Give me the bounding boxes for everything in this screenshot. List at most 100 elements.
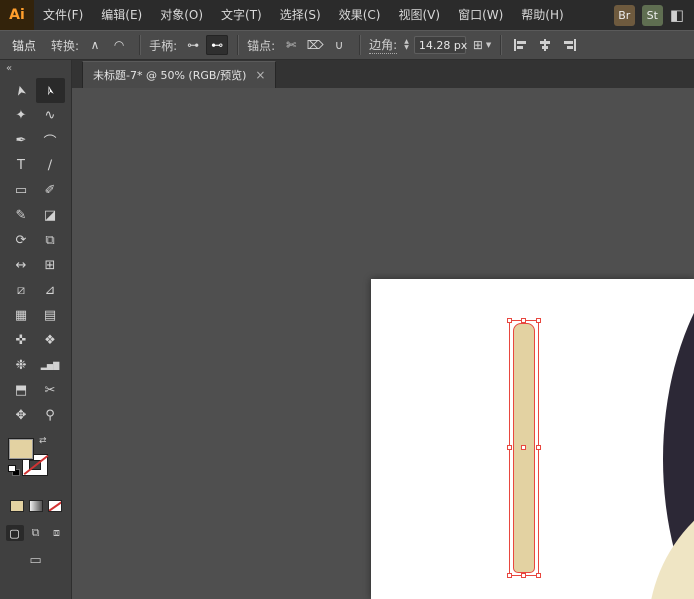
convert-to-smooth-icon[interactable]: ◠ xyxy=(108,35,130,55)
convert-label: 转换: xyxy=(51,38,80,53)
default-fill-stroke-button[interactable] xyxy=(8,465,22,477)
type-tool[interactable]: T xyxy=(7,153,36,178)
bridge-button[interactable]: Br xyxy=(613,4,635,26)
screen-mode-row: ▭ xyxy=(21,551,51,569)
selection-bounding-box xyxy=(507,318,541,578)
screen-mode-button[interactable]: ▭ xyxy=(21,551,51,569)
paint-mode-row xyxy=(9,500,62,512)
menu-edit[interactable]: 编辑(E) xyxy=(92,0,151,30)
none-button[interactable] xyxy=(47,500,62,512)
draw-mode-row: ▢ ⧉ ⧈ xyxy=(5,525,66,541)
shape-builder-tool[interactable]: ⧄ xyxy=(7,278,36,303)
document-tab[interactable]: 未标题-7* @ 50% (RGB/预览) × xyxy=(82,61,277,88)
slice-tool[interactable]: ✂ xyxy=(36,378,65,403)
zoom-icon: ⚲ xyxy=(45,408,55,423)
selection-handle[interactable] xyxy=(536,318,541,323)
width-icon: ↔ xyxy=(15,258,27,273)
hide-handles-icon[interactable]: ⊷ xyxy=(206,35,229,55)
corner-options-dropdown[interactable]: ⊞ ▼ xyxy=(473,38,491,52)
selection-handle[interactable] xyxy=(521,573,526,578)
menu-help[interactable]: 帮助(H) xyxy=(512,0,572,30)
document-area: 未标题-7* @ 50% (RGB/预览) × xyxy=(72,60,694,599)
align-left-button[interactable] xyxy=(507,35,532,55)
eraser-tool[interactable]: ◪ xyxy=(36,203,65,228)
selection-handle[interactable] xyxy=(507,573,512,578)
eraser-icon: ◪ xyxy=(43,208,57,223)
cut-path-icon[interactable]: ✄ xyxy=(280,35,302,55)
free-transform-tool[interactable]: ⊞ xyxy=(36,253,65,278)
selection-handle[interactable] xyxy=(536,445,541,450)
stock-button[interactable]: St xyxy=(641,4,663,26)
pencil-tool[interactable]: ✎ xyxy=(7,203,36,228)
tools-panel: « ➤ ➢ ✦ ∿ ✒ ⌒ T ∕ ▭ ✐ ✎ ◪ ⟳ ⧉ ↔ ⊞ ⧄ ⊿ ▦ xyxy=(0,60,72,599)
column-graph-tool[interactable]: ▂▅▇ xyxy=(36,353,65,378)
draw-behind-button[interactable]: ⧉ xyxy=(27,525,45,541)
center-anchor-handle[interactable] xyxy=(521,445,526,450)
menu-select[interactable]: 选择(S) xyxy=(271,0,330,30)
direct-selection-tool[interactable]: ➢ xyxy=(35,78,65,103)
hand-tool[interactable]: ✥ xyxy=(7,403,36,428)
menu-window[interactable]: 窗口(W) xyxy=(449,0,512,30)
artboard[interactable] xyxy=(371,279,694,599)
align-center-button[interactable] xyxy=(532,35,557,55)
selection-handle[interactable] xyxy=(507,318,512,323)
menu-type[interactable]: 文字(T) xyxy=(212,0,271,30)
menu-bar: Ai 文件(F) 编辑(E) 对象(O) 文字(T) 选择(S) 效果(C) 视… xyxy=(0,0,694,30)
remove-anchor-icon[interactable]: ⌦ xyxy=(304,35,326,55)
artboard-tool[interactable]: ⬒ xyxy=(7,378,36,403)
gradient-tool[interactable]: ▤ xyxy=(36,303,65,328)
paintbrush-tool[interactable]: ✐ xyxy=(36,178,65,203)
align-right-button[interactable] xyxy=(557,35,582,55)
pencil-icon: ✎ xyxy=(15,208,27,223)
draw-normal-button[interactable]: ▢ xyxy=(5,525,24,541)
selection-handle[interactable] xyxy=(521,318,526,323)
anchors-label: 锚点: xyxy=(247,38,276,53)
workspace-switcher-icon[interactable]: ◧ xyxy=(670,6,684,24)
rectangle-icon: ▭ xyxy=(14,183,28,198)
fill-swatch[interactable] xyxy=(8,438,34,460)
selection-handle[interactable] xyxy=(507,445,512,450)
show-handles-icon[interactable]: ⊶ xyxy=(182,35,204,55)
menu-object[interactable]: 对象(O) xyxy=(151,0,212,30)
selection-tool[interactable]: ➤ xyxy=(7,78,36,103)
app-logo: Ai xyxy=(0,0,34,30)
convert-to-corner-icon[interactable]: ∧ xyxy=(84,35,106,55)
selection-handle[interactable] xyxy=(536,573,541,578)
blend-tool[interactable]: ❖ xyxy=(36,328,65,353)
rectangle-tool[interactable]: ▭ xyxy=(7,178,36,203)
connect-endpoints-icon[interactable]: ∪ xyxy=(328,35,350,55)
draw-inside-button[interactable]: ⧈ xyxy=(48,525,66,541)
separator xyxy=(237,35,239,55)
corner-radius-field[interactable]: 14.28 px xyxy=(413,36,467,54)
pen-tool[interactable]: ✒ xyxy=(7,128,36,153)
swap-fill-stroke-icon[interactable]: ⇄ xyxy=(39,436,47,446)
symbol-sprayer-icon: ❉ xyxy=(15,358,27,373)
corner-stepper[interactable]: ▲ ▼ xyxy=(404,39,409,51)
rotate-tool[interactable]: ⟳ xyxy=(7,228,36,253)
mesh-tool[interactable]: ▦ xyxy=(7,303,36,328)
collapse-panel-button[interactable]: « xyxy=(0,60,18,76)
zoom-tool[interactable]: ⚲ xyxy=(36,403,65,428)
eyedropper-tool[interactable]: ✜ xyxy=(7,328,36,353)
scale-tool[interactable]: ⧉ xyxy=(36,228,65,253)
gradient-button[interactable] xyxy=(28,500,43,512)
blend-icon: ❖ xyxy=(44,333,56,348)
curvature-tool[interactable]: ⌒ xyxy=(36,128,65,153)
color-button[interactable] xyxy=(9,500,24,512)
artboard-tool-icon: ⬒ xyxy=(14,383,28,398)
lasso-tool[interactable]: ∿ xyxy=(36,103,65,128)
line-segment-tool[interactable]: ∕ xyxy=(36,153,65,178)
mesh-icon: ▦ xyxy=(14,308,28,323)
width-tool[interactable]: ↔ xyxy=(7,253,36,278)
magic-wand-tool[interactable]: ✦ xyxy=(7,103,36,128)
menu-view[interactable]: 视图(V) xyxy=(389,0,449,30)
direct-selection-tool-icon: ➢ xyxy=(41,83,59,98)
canvas[interactable] xyxy=(72,88,694,599)
close-icon[interactable]: × xyxy=(255,68,265,82)
symbol-sprayer-tool[interactable]: ❉ xyxy=(7,353,36,378)
perspective-grid-tool[interactable]: ⊿ xyxy=(36,278,65,303)
stepper-down-icon[interactable]: ▼ xyxy=(404,45,409,51)
menu-file[interactable]: 文件(F) xyxy=(34,0,92,30)
menu-effect[interactable]: 效果(C) xyxy=(330,0,390,30)
corner-link[interactable]: 边角: xyxy=(369,36,398,54)
